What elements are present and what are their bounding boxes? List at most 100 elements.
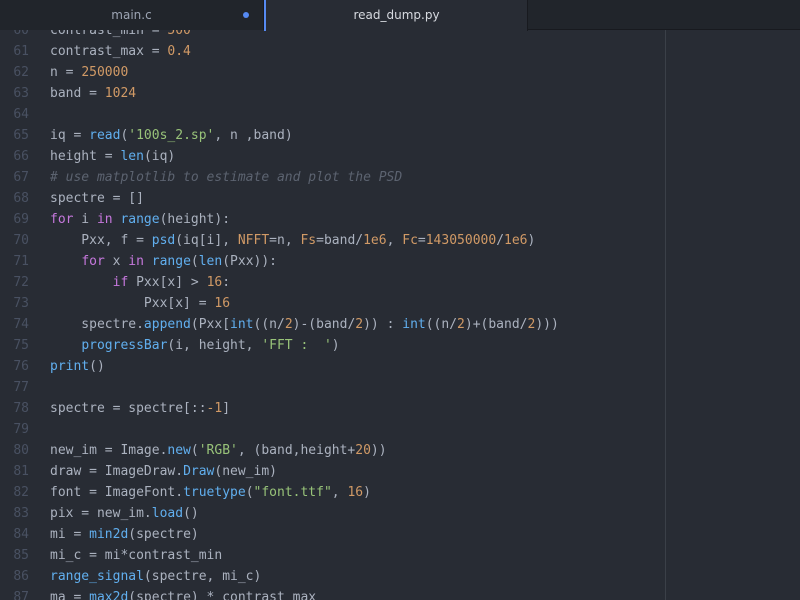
code-token: range_signal — [50, 569, 144, 584]
code-token: , — [386, 233, 403, 248]
code-line[interactable]: 70 Pxx, f = psd(iq[i], NFFT=n, Fs=band/1… — [0, 230, 665, 251]
line-number: 80 — [13, 443, 29, 458]
code-token: '100s_2.sp' — [128, 128, 215, 143]
code-token: 16 — [206, 275, 223, 290]
code-line[interactable]: 72 if Pxx[x] > 16: — [0, 272, 665, 293]
code-line[interactable]: 63 band = 1024 — [0, 83, 665, 104]
code-line[interactable]: 62 n = 250000 — [0, 62, 665, 83]
code-line[interactable]: 77 — [0, 377, 665, 398]
code-token: in — [128, 254, 144, 269]
wrap-guide — [665, 30, 666, 600]
code-token: Pxx[x] > — [128, 275, 207, 290]
code-token: new — [167, 443, 191, 458]
line-number: 78 — [13, 401, 29, 416]
code-token: (spectre) * contrast_max — [128, 590, 317, 600]
code-token: 0.4 — [167, 44, 191, 59]
code-line[interactable]: 68 spectre = [] — [0, 188, 665, 209]
code-token: )-(band/ — [292, 317, 356, 332]
code-text: # use matplotlib to estimate and plot th… — [50, 167, 402, 188]
code-text: new_im = Image.new('RGB', (band,height+2… — [50, 440, 387, 461]
code-text: mi = min2d(spectre) — [50, 524, 199, 545]
line-number: 67 — [13, 170, 29, 185]
tab-main-c[interactable]: main.c — [0, 0, 264, 30]
code-token: 'FFT : ' — [261, 338, 332, 353]
code-line[interactable]: 65 iq = read('100s_2.sp', n ,band) — [0, 125, 665, 146]
code-token: () — [183, 506, 199, 521]
code-line[interactable]: 60 contrast_min = 500 — [0, 30, 665, 41]
code-line[interactable]: 83 pix = new_im.load() — [0, 503, 665, 524]
code-line[interactable]: 64 — [0, 104, 665, 125]
code-token: ] — [222, 401, 231, 416]
code-token: read — [89, 128, 121, 143]
code-line[interactable]: 78 spectre = spectre[::-1] — [0, 398, 665, 419]
code-text: print() — [50, 356, 105, 377]
code-text: Pxx, f = psd(iq[i], NFFT=n, Fs=band/1e6,… — [50, 230, 535, 251]
code-token: 500 — [167, 30, 191, 38]
code-line[interactable]: 61 contrast_max = 0.4 — [0, 41, 665, 62]
code-text: mi_c = mi*contrast_min — [50, 545, 222, 566]
tab-read-dump-py[interactable]: read_dump.py — [264, 0, 528, 31]
line-number: 71 — [13, 254, 29, 269]
code-token: max2d — [89, 590, 129, 600]
code-token: n = — [50, 65, 82, 80]
code-token: contrast_max = — [50, 44, 168, 59]
code-line[interactable]: 86 range_signal(spectre, mi_c) — [0, 566, 665, 587]
code-token: x — [104, 254, 129, 269]
code-token: : — [222, 275, 231, 290]
code-token: (height): — [159, 212, 231, 227]
code-line[interactable]: 85 mi_c = mi*contrast_min — [0, 545, 665, 566]
line-number: 87 — [13, 590, 29, 600]
code-token: ( — [245, 485, 254, 500]
code-token: ma = — [50, 590, 90, 600]
line-number: 79 — [13, 422, 29, 437]
code-text: for i in range(height): — [50, 209, 230, 230]
line-number: 61 — [13, 44, 29, 59]
code-token: = — [417, 233, 426, 248]
code-line[interactable]: 75 progressBar(i, height, 'FFT : ') — [0, 335, 665, 356]
code-text: Pxx[x] = 16 — [50, 293, 230, 314]
code-text: range_signal(spectre, mi_c) — [50, 566, 261, 587]
code-token: Pxx[x] = — [50, 296, 215, 311]
code-line[interactable]: 73 Pxx[x] = 16 — [0, 293, 665, 314]
line-number: 75 — [13, 338, 29, 353]
code-token: =n, — [269, 233, 301, 248]
code-token: iq = — [50, 128, 90, 143]
code-line[interactable]: 87 ma = max2d(spectre) * contrast_max — [0, 587, 665, 600]
code-line[interactable]: 71 for x in range(len(Pxx)): — [0, 251, 665, 272]
code-token: contrast_min = — [50, 30, 168, 38]
code-token: 16 — [347, 485, 364, 500]
code-token: 250000 — [81, 65, 129, 80]
line-number: 76 — [13, 359, 29, 374]
code-line[interactable]: 74 spectre.append(Pxx[int((n/2)-(band/2)… — [0, 314, 665, 335]
code-line[interactable]: 84 mi = min2d(spectre) — [0, 524, 665, 545]
code-token: int — [402, 317, 426, 332]
code-token: len — [120, 149, 144, 164]
code-editor[interactable]: 60 contrast_min = 500 61 contrast_max = 0.4… — [0, 30, 665, 600]
line-number: 63 — [13, 86, 29, 101]
code-token: ) — [363, 485, 371, 500]
code-lines: 60 contrast_min = 500 61 contrast_max = 0.4… — [0, 30, 665, 600]
code-token: 16 — [214, 296, 231, 311]
code-token: # use matplotlib to estimate and plot th… — [50, 170, 403, 185]
editor-window: main.c read_dump.py 60 contrast_min = 500… — [0, 0, 800, 600]
code-token: 2 — [457, 317, 465, 332]
line-number: 64 — [13, 107, 29, 122]
code-line[interactable]: 76 print() — [0, 356, 665, 377]
code-line[interactable]: 66 height = len(iq) — [0, 146, 665, 167]
code-token: spectre. — [50, 317, 144, 332]
code-text: contrast_min = 500 — [50, 30, 191, 41]
code-line[interactable]: 79 — [0, 419, 665, 440]
code-token: pix = new_im. — [50, 506, 152, 521]
code-text: height = len(iq) — [50, 146, 175, 167]
code-line[interactable]: 69 for i in range(height): — [0, 209, 665, 230]
line-number: 83 — [13, 506, 29, 521]
code-line[interactable]: 67 # use matplotlib to estimate and plot … — [0, 167, 665, 188]
code-line[interactable]: 80 new_im = Image.new('RGB', (band,height… — [0, 440, 665, 461]
code-line[interactable]: 81 draw = ImageDraw.Draw(new_im) — [0, 461, 665, 482]
code-token: , — [331, 485, 348, 500]
code-line[interactable]: 82 font = ImageFont.truetype("font.ttf", … — [0, 482, 665, 503]
code-token: (iq) — [143, 149, 176, 164]
